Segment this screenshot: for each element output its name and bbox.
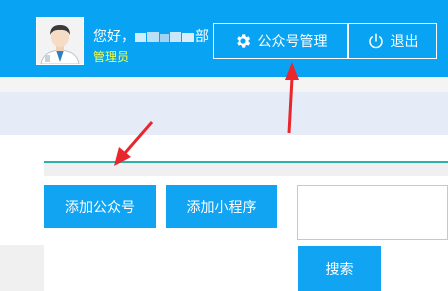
add-official-account-button[interactable]: 添加公众号 <box>44 185 156 228</box>
greeting-suffix: 部 <box>195 29 209 45</box>
sub-navigation-strip <box>0 92 448 135</box>
greeting-prefix: 您好， <box>93 29 135 45</box>
avatar[interactable] <box>36 17 84 65</box>
logout-button[interactable]: 退出 <box>348 23 437 59</box>
user-avatar-icon <box>37 18 83 64</box>
logout-label: 退出 <box>390 34 419 50</box>
gear-icon <box>236 34 250 48</box>
account-manage-label: 公众号管理 <box>257 34 328 50</box>
search-button[interactable]: 搜索 <box>298 246 381 291</box>
header-spacer <box>0 77 448 92</box>
power-icon <box>368 33 383 49</box>
top-header-bar: 您好， 部 管理员 公众号管理 退出 <box>0 0 448 77</box>
account-manage-button[interactable]: 公众号管理 <box>213 23 348 59</box>
add-mini-program-button[interactable]: 添加小程序 <box>166 185 277 228</box>
left-sidebar-lower <box>0 245 44 291</box>
redacted-username <box>135 31 195 43</box>
content-toolbar-gap <box>44 163 448 176</box>
search-input[interactable] <box>297 185 448 240</box>
user-role: 管理员 <box>93 50 130 64</box>
greeting-text: 您好， 部 <box>93 26 209 46</box>
